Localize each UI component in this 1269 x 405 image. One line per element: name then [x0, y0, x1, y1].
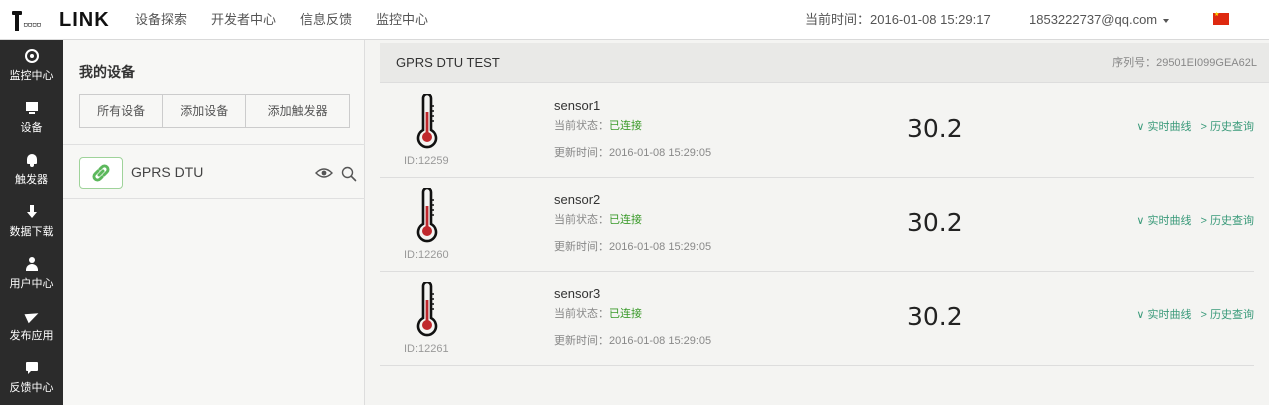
chat-icon — [25, 361, 39, 375]
status-connected: 已连接 — [609, 120, 642, 132]
sensor-updated-time: 更新时间：2016-01-08 15:29:05 — [554, 147, 712, 159]
send-icon — [25, 309, 39, 323]
sidebar-item-label: 触发器 — [15, 174, 48, 186]
history-query-link[interactable]: > 历史查询 — [1201, 309, 1254, 321]
realtime-curve-link[interactable]: ∨ 实时曲线 — [1136, 309, 1191, 321]
search-icon[interactable] — [341, 166, 357, 182]
caret-down-icon — [1163, 18, 1170, 23]
sidebar-item-label: 数据下载 — [9, 226, 54, 238]
sensor-status: 当前状态：已连接 — [554, 308, 642, 320]
thermometer-icon — [416, 282, 438, 337]
add-device-button[interactable]: 添加设备 — [163, 95, 247, 127]
logo-text: LINK — [59, 8, 110, 31]
sensor-updated-time: 更新时间：2016-01-08 15:29:05 — [554, 335, 712, 347]
status-connected: 已连接 — [609, 308, 642, 320]
sensor-row: ID:12259 sensor1 当前状态：已连接 更新时间：2016-01-0… — [380, 84, 1254, 178]
sensor-value: 30.2 — [907, 302, 963, 331]
monitor-icon — [25, 101, 39, 115]
sensor-updated-time: 更新时间：2016-01-08 15:29:05 — [554, 241, 712, 253]
user-icon — [25, 257, 39, 271]
sidebar-item-label: 发布应用 — [9, 330, 54, 342]
download-icon — [25, 205, 39, 219]
main-nav: 设备探索 开发者中心 信息反馈 监控中心 — [135, 0, 452, 40]
sensor-links: ∨ 实时曲线 > 历史查询 — [1136, 212, 1254, 228]
device-button-group: 所有设备 添加设备 添加触发器 — [79, 94, 350, 128]
all-devices-button[interactable]: 所有设备 — [80, 95, 164, 127]
sensor-name: sensor2 — [554, 192, 601, 207]
sensor-name: sensor1 — [554, 98, 601, 113]
icon-sidebar: 监控中心 设备 触发器 数据下载 用户中心 发布应用 反馈中心 — [0, 40, 63, 405]
realtime-curve-link[interactable]: ∨ 实时曲线 — [1136, 215, 1191, 227]
sidebar-item-label: 用户中心 — [9, 278, 54, 290]
sensor-value: 30.2 — [907, 114, 963, 143]
sensor-id: ID:12261 — [404, 343, 449, 355]
user-menu[interactable]: 1853222737@qq.com — [1029, 0, 1170, 40]
serial-number: 序列号：29501EI099GEA62L — [1112, 57, 1257, 69]
current-time: 当前时间：2016-01-08 15:29:17 — [805, 12, 991, 27]
main-content: GPRS DTU TEST 序列号：29501EI099GEA62L ID:12… — [365, 40, 1269, 405]
device-title: GPRS DTU TEST — [396, 55, 500, 70]
sidebar-item-label: 监控中心 — [9, 70, 54, 82]
sidebar-item-user-center[interactable]: 用户中心 — [0, 248, 63, 300]
sensor-links: ∨ 实时曲线 > 历史查询 — [1136, 118, 1254, 134]
top-navbar: ▫▫▫▫ LINK 设备探索 开发者中心 信息反馈 监控中心 当前时间：2016… — [0, 0, 1269, 40]
sensor-status: 当前状态：已连接 — [554, 120, 642, 132]
device-list-item[interactable]: GPRS DTU — [63, 145, 365, 199]
bell-icon — [25, 153, 39, 167]
nav-device-explore[interactable]: 设备探索 — [135, 0, 187, 40]
logo[interactable]: ▫▫▫▫ LINK — [12, 9, 110, 31]
device-panel-title: 我的设备 — [79, 64, 135, 80]
sensor-row: ID:12261 sensor3 当前状态：已连接 更新时间：2016-01-0… — [380, 272, 1254, 366]
sidebar-item-devices[interactable]: 设备 — [0, 92, 63, 144]
thermometer-icon — [416, 188, 438, 243]
nav-developer-center[interactable]: 开发者中心 — [211, 0, 276, 40]
sensor-value: 30.2 — [907, 208, 963, 237]
device-name: GPRS DTU — [131, 164, 204, 180]
status-connected: 已连接 — [609, 214, 642, 226]
nav-feedback[interactable]: 信息反馈 — [300, 0, 352, 40]
device-header: GPRS DTU TEST 序列号：29501EI099GEA62L — [380, 43, 1269, 83]
thermometer-icon — [416, 94, 438, 149]
device-link-icon — [79, 157, 123, 189]
sensor-row: ID:12260 sensor2 当前状态：已连接 更新时间：2016-01-0… — [380, 178, 1254, 272]
sidebar-item-label: 反馈中心 — [9, 382, 54, 394]
sensor-id: ID:12259 — [404, 155, 449, 167]
sidebar-item-triggers[interactable]: 触发器 — [0, 144, 63, 196]
history-query-link[interactable]: > 历史查询 — [1201, 215, 1254, 227]
realtime-curve-link[interactable]: ∨ 实时曲线 — [1136, 121, 1191, 133]
sensor-status: 当前状态：已连接 — [554, 214, 642, 226]
eye-icon[interactable] — [315, 167, 333, 179]
sidebar-item-feedback-center[interactable]: 反馈中心 — [0, 352, 63, 404]
sensor-id: ID:12260 — [404, 249, 449, 261]
device-panel: 我的设备 所有设备 添加设备 添加触发器 GPRS DTU — [63, 40, 365, 405]
logo-mark: ▫▫▫▫ — [12, 9, 60, 31]
sensor-links: ∨ 实时曲线 > 历史查询 — [1136, 306, 1254, 322]
add-trigger-button[interactable]: 添加触发器 — [246, 95, 349, 127]
history-query-link[interactable]: > 历史查询 — [1201, 121, 1254, 133]
user-email: 1853222737@qq.com — [1029, 12, 1158, 27]
sidebar-item-data-download[interactable]: 数据下载 — [0, 196, 63, 248]
china-flag-icon[interactable] — [1213, 11, 1229, 25]
sidebar-item-monitor-center[interactable]: 监控中心 — [0, 40, 63, 92]
nav-monitor-center[interactable]: 监控中心 — [376, 0, 428, 40]
sidebar-item-label: 设备 — [20, 122, 43, 134]
sidebar-item-publish-app[interactable]: 发布应用 — [0, 300, 63, 352]
target-icon — [24, 49, 39, 63]
sensor-name: sensor3 — [554, 286, 601, 301]
